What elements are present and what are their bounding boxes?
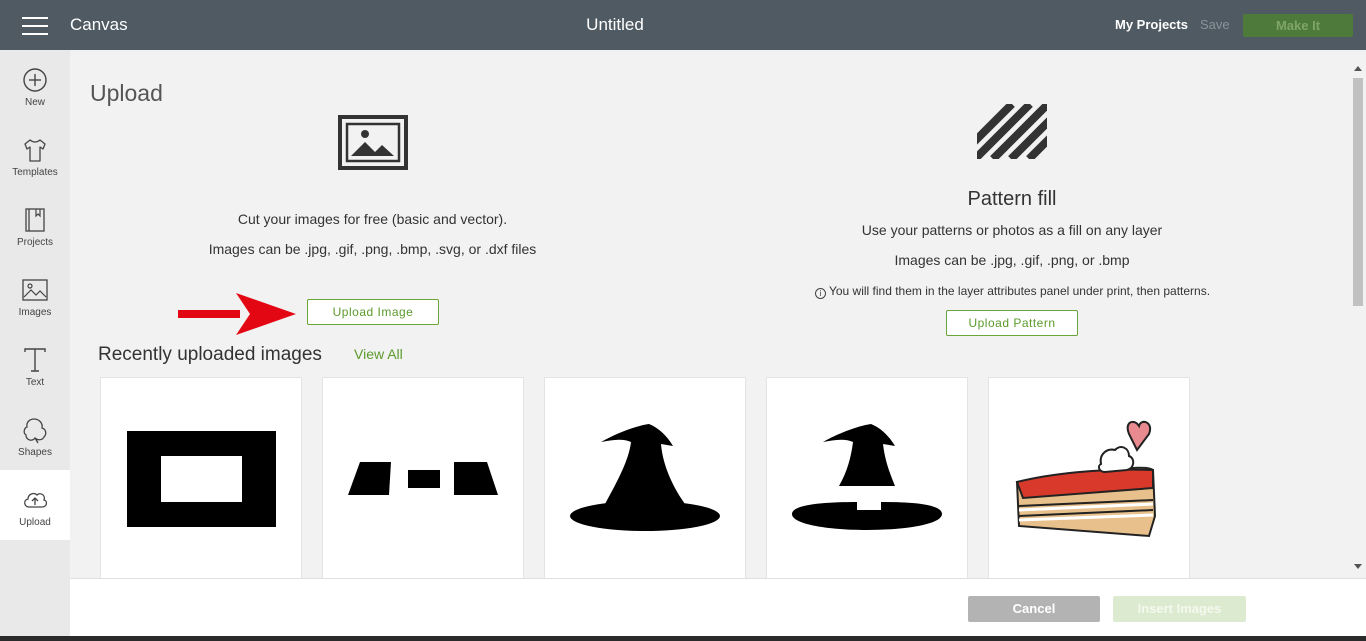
pattern-note-text: You will find them in the layer attribut…: [828, 284, 1211, 298]
red-arrow-icon: [178, 293, 296, 335]
pattern-note: i You will find them in the layer attribu…: [770, 284, 1255, 299]
cut-images-text: Cut your images for free (basic and vect…: [237, 211, 508, 227]
projects-icon: [25, 208, 45, 232]
page-title: Upload: [90, 80, 163, 106]
uploaded-image-tile[interactable]: [322, 377, 524, 578]
frame-image: [127, 431, 276, 527]
image-upload-icon: [338, 115, 408, 170]
pattern-fill-icon: [977, 104, 1047, 159]
image-icon: [22, 279, 48, 301]
plus-circle-icon: [23, 68, 47, 92]
make-it-button[interactable]: Make It: [1243, 14, 1353, 37]
cancel-button[interactable]: Cancel: [968, 596, 1100, 622]
info-icon: i: [814, 288, 826, 299]
sidebar-item-label: Shapes: [18, 447, 52, 458]
footer: Cancel Insert Images: [70, 578, 1366, 636]
vertical-scrollbar[interactable]: [1350, 50, 1366, 578]
upload-image-button[interactable]: Upload Image: [307, 299, 439, 325]
uploaded-image-tile[interactable]: [100, 377, 302, 578]
insert-images-button[interactable]: Insert Images: [1113, 596, 1246, 622]
uploaded-image-tile[interactable]: [766, 377, 968, 578]
taskbar-strip: [0, 636, 1366, 641]
shapes-icon: [23, 418, 47, 444]
scroll-up-icon[interactable]: [1354, 66, 1362, 71]
sidebar-item-projects[interactable]: Projects: [0, 190, 70, 260]
save-link[interactable]: Save: [1200, 17, 1230, 32]
uploaded-image-tile[interactable]: [988, 377, 1190, 578]
shapes-image: [348, 462, 498, 495]
sidebar-item-images[interactable]: Images: [0, 260, 70, 330]
upload-pattern-button[interactable]: Upload Pattern: [946, 310, 1078, 336]
sidebar-item-label: Templates: [12, 167, 58, 178]
sidebar-item-label: Upload: [19, 517, 51, 528]
sidebar-item-label: Images: [18, 307, 52, 318]
sidebar-item-label: Text: [25, 377, 45, 388]
witch-hat-image: [570, 424, 720, 531]
pattern-description: Use your patterns or photos as a fill on…: [861, 222, 1163, 238]
sidebar-item-label: New: [24, 97, 45, 108]
image-formats-text: Images can be .jpg, .gif, .png, .bmp, .s…: [208, 241, 537, 257]
sidebar-item-templates[interactable]: Templates: [0, 120, 70, 190]
witch-hat-cut-image: [792, 424, 942, 530]
upload-panel: Upload Cut your images for free (basic a…: [70, 50, 1350, 578]
tshirt-icon: [24, 139, 46, 162]
text-icon: [24, 348, 46, 372]
sidebar-item-new[interactable]: New: [0, 50, 70, 120]
cake-slice-image: [1015, 420, 1157, 538]
sidebar: New Templates Projects Images Text Shape…: [0, 50, 70, 641]
sidebar-item-upload[interactable]: Upload: [0, 470, 70, 540]
pattern-formats-text: Images can be .jpg, .gif, .png, or .bmp: [894, 252, 1130, 268]
recent-uploads-title: Recently uploaded images: [98, 344, 322, 365]
scroll-down-icon[interactable]: [1354, 564, 1362, 569]
sidebar-item-shapes[interactable]: Shapes: [0, 400, 70, 470]
sidebar-item-label: Projects: [16, 237, 54, 248]
top-bar: Canvas Untitled My Projects Save Make It: [0, 0, 1366, 50]
scrollbar-thumb[interactable]: [1353, 78, 1363, 306]
pattern-fill-title: Pattern fill: [967, 188, 1057, 210]
my-projects-link[interactable]: My Projects: [1115, 17, 1188, 32]
view-all-link[interactable]: View All: [354, 346, 403, 362]
document-title: Untitled: [586, 15, 644, 34]
sidebar-item-text[interactable]: Text: [0, 330, 70, 400]
upload-cloud-icon: [24, 492, 48, 508]
uploaded-image-tile[interactable]: [544, 377, 746, 578]
